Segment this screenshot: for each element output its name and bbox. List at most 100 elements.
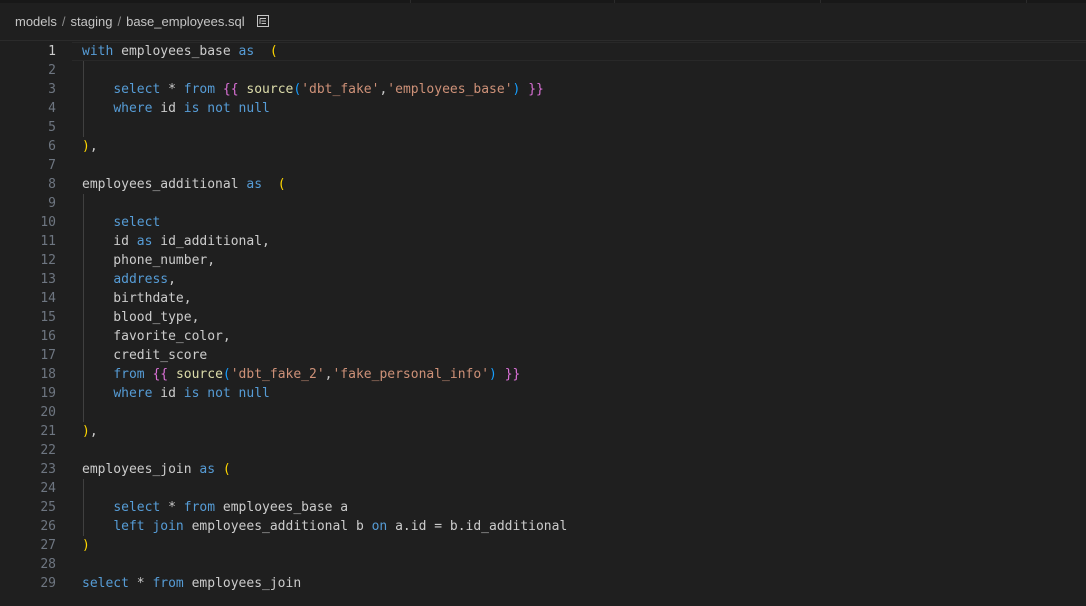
line-number: 3	[48, 82, 56, 97]
code-token: where	[113, 386, 153, 401]
line-number: 18	[40, 367, 56, 382]
line-number: 7	[48, 158, 56, 173]
line-number: 12	[40, 253, 56, 268]
code-token: ,	[89, 139, 98, 154]
code-token: is not null	[183, 101, 270, 116]
code-token: as	[199, 462, 216, 477]
code-token: employees_join	[82, 462, 200, 477]
breadcrumb-item-staging[interactable]: staging	[71, 14, 113, 29]
code-token: source	[246, 82, 294, 97]
code-token: }}	[528, 82, 544, 97]
line-number: 16	[40, 329, 56, 344]
code-token: *	[160, 500, 184, 515]
line-number: 23	[40, 462, 56, 477]
line-number: 28	[40, 557, 56, 572]
line-number: 14	[40, 291, 56, 306]
code-text: blood_type,	[82, 308, 199, 327]
code-token: id	[152, 386, 184, 401]
code-text: credit_score	[82, 346, 207, 365]
code-token: employees_join	[183, 576, 302, 591]
code-token: left join	[113, 519, 184, 534]
code-token: employees_base	[113, 44, 239, 59]
code-token: )	[489, 367, 497, 382]
line-number: 2	[48, 63, 56, 78]
code-text: favorite_color,	[82, 327, 231, 346]
line-number: 20	[40, 405, 56, 420]
code-token: with	[82, 44, 114, 59]
code-text: employees_join as (	[82, 460, 231, 479]
code-token: 'dbt_fake_2'	[230, 367, 325, 382]
list-outline-icon[interactable]	[255, 13, 271, 29]
code-token: a.id = b.id_additional	[387, 519, 568, 534]
code-token: from	[152, 576, 184, 591]
code-text: id as id_additional,	[82, 232, 270, 251]
code-text: select * from employees_join	[82, 574, 301, 593]
code-token: credit_score	[82, 348, 208, 363]
code-token: birthdate,	[82, 291, 192, 306]
code-token: )	[82, 538, 90, 553]
line-number: 19	[40, 386, 56, 401]
code-token: as	[246, 177, 263, 192]
code-token: {{	[222, 82, 239, 97]
code-token: select	[113, 82, 161, 97]
line-number: 21	[40, 424, 56, 439]
code-token: ,	[89, 424, 98, 439]
code-token: employees_additional	[82, 177, 247, 192]
code-token: on	[371, 519, 388, 534]
code-token: )	[82, 139, 90, 154]
breadcrumb-item-file[interactable]: base_employees.sql	[126, 14, 245, 29]
code-text: select	[82, 213, 160, 232]
code-token: where	[113, 101, 153, 116]
line-number: 24	[40, 481, 56, 496]
code-text: )	[82, 536, 90, 555]
code-token: source	[175, 367, 223, 382]
code-token: (	[222, 462, 231, 477]
code-text: select * from employees_base a	[82, 498, 348, 517]
line-number: 10	[40, 215, 56, 230]
code-token: 'fake_personal_info'	[332, 367, 490, 382]
code-text: address,	[82, 270, 176, 289]
code-token: as	[238, 44, 255, 59]
code-token: )	[82, 424, 90, 439]
line-number: 13	[40, 272, 56, 287]
code-text: where id is not null	[82, 99, 270, 118]
line-number: 27	[40, 538, 56, 553]
code-token: (	[277, 177, 286, 192]
line-number: 5	[48, 120, 56, 135]
breadcrumb: models / staging / base_employees.sql	[0, 3, 1086, 39]
line-number: 4	[48, 101, 56, 116]
line-number: 9	[48, 196, 56, 211]
breadcrumb-item-models[interactable]: models	[15, 14, 57, 29]
line-number: 17	[40, 348, 56, 363]
code-text: birthdate,	[82, 289, 192, 308]
code-token: select	[82, 576, 129, 591]
code-text: select * from {{ source('dbt_fake','empl…	[82, 80, 544, 99]
code-token: from	[183, 500, 216, 515]
code-token: from	[183, 82, 216, 97]
code-editor[interactable]: 1 with employees_base as (2 3 select * fro…	[0, 41, 1086, 606]
code-token: favorite_color,	[82, 329, 231, 344]
code-token: 'dbt_fake'	[301, 82, 380, 97]
line-number: 22	[40, 443, 56, 458]
code-text: ),	[82, 422, 98, 441]
code-token: id	[152, 101, 184, 116]
code-text: with employees_base as (	[82, 42, 278, 61]
line-number: 8	[48, 177, 56, 192]
code-token: select	[113, 215, 161, 230]
code-token: address	[113, 272, 169, 287]
code-token: *	[160, 82, 184, 97]
line-number: 25	[40, 500, 56, 515]
code-token: employees_base a	[215, 500, 349, 515]
line-number: 6	[48, 139, 56, 154]
